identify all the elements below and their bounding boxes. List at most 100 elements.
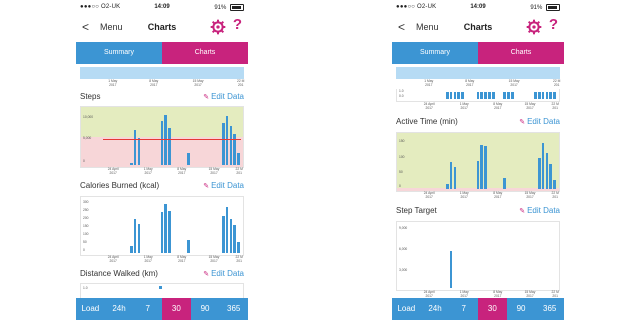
chart-bar — [225, 116, 229, 165]
distance-header: Distance Walked (km) ✎ Edit Data — [80, 268, 244, 280]
timeline-scrubber[interactable] — [80, 67, 244, 79]
chart-bar — [457, 92, 460, 99]
y-tick: 5,000 — [83, 136, 92, 140]
charts-scroll-area[interactable]: 1 May 2017 8 May 2017 15 May 2017 22 M 201 … — [76, 64, 248, 298]
period-selector: Load 24h 7 30 90 365 — [76, 298, 248, 320]
chart-bar — [160, 211, 164, 253]
chart-bar — [137, 223, 141, 253]
edit-data-label: Edit Data — [211, 92, 244, 101]
period-24h-button[interactable]: 24h — [421, 298, 450, 320]
battery-icon — [230, 4, 244, 11]
edit-data-label: Edit Data — [211, 181, 244, 190]
x-tick-label: 8 May 2017 — [493, 191, 503, 199]
y-tick: 50 — [399, 170, 403, 174]
period-24h-button[interactable]: 24h — [105, 298, 134, 320]
chart-bar — [503, 177, 506, 189]
chart-bar — [476, 160, 480, 189]
battery-status: 91% — [530, 4, 560, 11]
tab-charts[interactable]: Charts — [478, 42, 564, 64]
edit-data-distance-link[interactable]: ✎ Edit Data — [203, 269, 244, 278]
tab-summary[interactable]: Summary — [76, 42, 162, 64]
tab-summary[interactable]: Summary — [392, 42, 478, 64]
chart-bar — [537, 157, 541, 189]
edit-data-active-link[interactable]: ✎ Edit Data — [519, 117, 560, 126]
x-tick-label: 8 May 2017 — [493, 102, 503, 110]
load-button[interactable]: Load — [76, 298, 105, 320]
period-365-button[interactable]: 365 — [219, 298, 248, 320]
x-tick-label: 24 April 2017 — [423, 191, 435, 199]
period-365-button[interactable]: 365 — [535, 298, 564, 320]
y-tick: 0.0 — [399, 94, 404, 98]
chart-bar — [164, 203, 167, 253]
chart-bar — [553, 179, 556, 189]
y-tick: 100 — [83, 232, 89, 236]
x-tick-label: 15 May 2017 — [524, 290, 536, 298]
period-30-button[interactable]: 30 — [162, 298, 191, 320]
edit-data-steps-link[interactable]: ✎ Edit Data — [203, 92, 244, 101]
chart-bar — [511, 92, 514, 99]
x-tick-label: 1 May 2017 — [143, 167, 153, 175]
nav-bar: < Menu Charts ? — [76, 16, 248, 40]
x-tick-label: 1 May 2017 — [459, 191, 469, 199]
chart-bar — [453, 166, 457, 189]
steps-x-labels: 24 April 2017 1 May 2017 8 May 2017 15 May … — [102, 167, 243, 177]
gear-icon[interactable] — [526, 19, 542, 35]
active-time-title: Active Time (min) — [396, 117, 458, 126]
chart-bar — [541, 92, 545, 99]
step-target-plot — [419, 226, 557, 288]
charts-scroll-area[interactable]: 1 May 2017 8 May 2017 15 May 2017 22 M 201 … — [392, 64, 564, 298]
period-90-button[interactable]: 90 — [191, 298, 220, 320]
tab-bar: Summary Charts — [76, 42, 248, 64]
period-7-button[interactable]: 7 — [133, 298, 162, 320]
timeline-scrubber[interactable] — [396, 67, 560, 79]
mini-plot — [419, 92, 557, 99]
y-tick: 150 — [83, 224, 89, 228]
x-tick-label: 15 May 2017 — [524, 191, 536, 199]
x-tick-label: 22 M 201 — [551, 290, 559, 298]
chart-bar — [187, 152, 190, 165]
distance-chart: 1.0 — [80, 283, 244, 298]
chart-bar — [237, 153, 240, 165]
period-90-button[interactable]: 90 — [507, 298, 536, 320]
x-tick-label: 1 May 2017 — [459, 102, 469, 110]
calories-header: Calories Burned (kcal) ✎ Edit Data — [80, 180, 244, 192]
calories-chart: 300 250 200 150 100 50 0 — [80, 196, 244, 256]
status-bar: ●●●○○ O2-UK 14:09 91% — [76, 0, 248, 16]
y-tick: 9,000 — [399, 226, 408, 230]
edit-data-label: Edit Data — [211, 269, 244, 278]
help-icon[interactable]: ? — [233, 16, 242, 33]
phone-screen-left: ●●●○○ O2-UK 14:09 91% < Menu Charts ? Su… — [76, 0, 248, 320]
chart-bar — [545, 92, 549, 99]
y-tick: 0 — [83, 159, 85, 163]
distance-point — [159, 286, 162, 289]
x-tick-label: 22 M 201 — [235, 255, 243, 263]
x-tick-label: 22 M 201 — [553, 79, 561, 87]
load-button[interactable]: Load — [392, 298, 421, 320]
period-7-button[interactable]: 7 — [449, 298, 478, 320]
period-30-button[interactable]: 30 — [478, 298, 507, 320]
steps-plot — [103, 111, 241, 165]
gear-icon[interactable] — [210, 19, 226, 35]
help-icon[interactable]: ? — [549, 16, 558, 33]
chart-bar — [221, 216, 225, 253]
x-tick-label: 24 April 2017 — [423, 102, 435, 110]
chart-bar — [449, 162, 453, 189]
y-tick: 150 — [399, 139, 405, 143]
chart-bar — [507, 92, 510, 99]
active-time-header: Active Time (min) ✎ Edit Data — [396, 116, 560, 128]
active-x-labels: 24 April 2017 1 May 2017 8 May 2017 15 May … — [418, 191, 559, 201]
chart-bar — [534, 92, 537, 99]
pencil-icon: ✎ — [519, 119, 526, 126]
target-x-labels: 24 April 2017 1 May 2017 8 May 2017 15 May … — [418, 290, 559, 298]
chart-bar — [480, 92, 483, 99]
battery-percent: 91% — [214, 5, 227, 12]
x-tick-label: 1 May 2017 — [143, 255, 153, 263]
edit-data-label: Edit Data — [527, 206, 560, 215]
edit-data-target-link[interactable]: ✎ Edit Data — [519, 206, 560, 215]
chart-bar — [537, 92, 541, 99]
x-tick-label: 24 April 2017 — [107, 167, 119, 175]
edit-data-calories-link[interactable]: ✎ Edit Data — [203, 181, 244, 190]
tab-charts[interactable]: Charts — [162, 42, 248, 64]
chart-bar — [484, 146, 487, 189]
y-tick: 1.0 — [399, 89, 404, 93]
